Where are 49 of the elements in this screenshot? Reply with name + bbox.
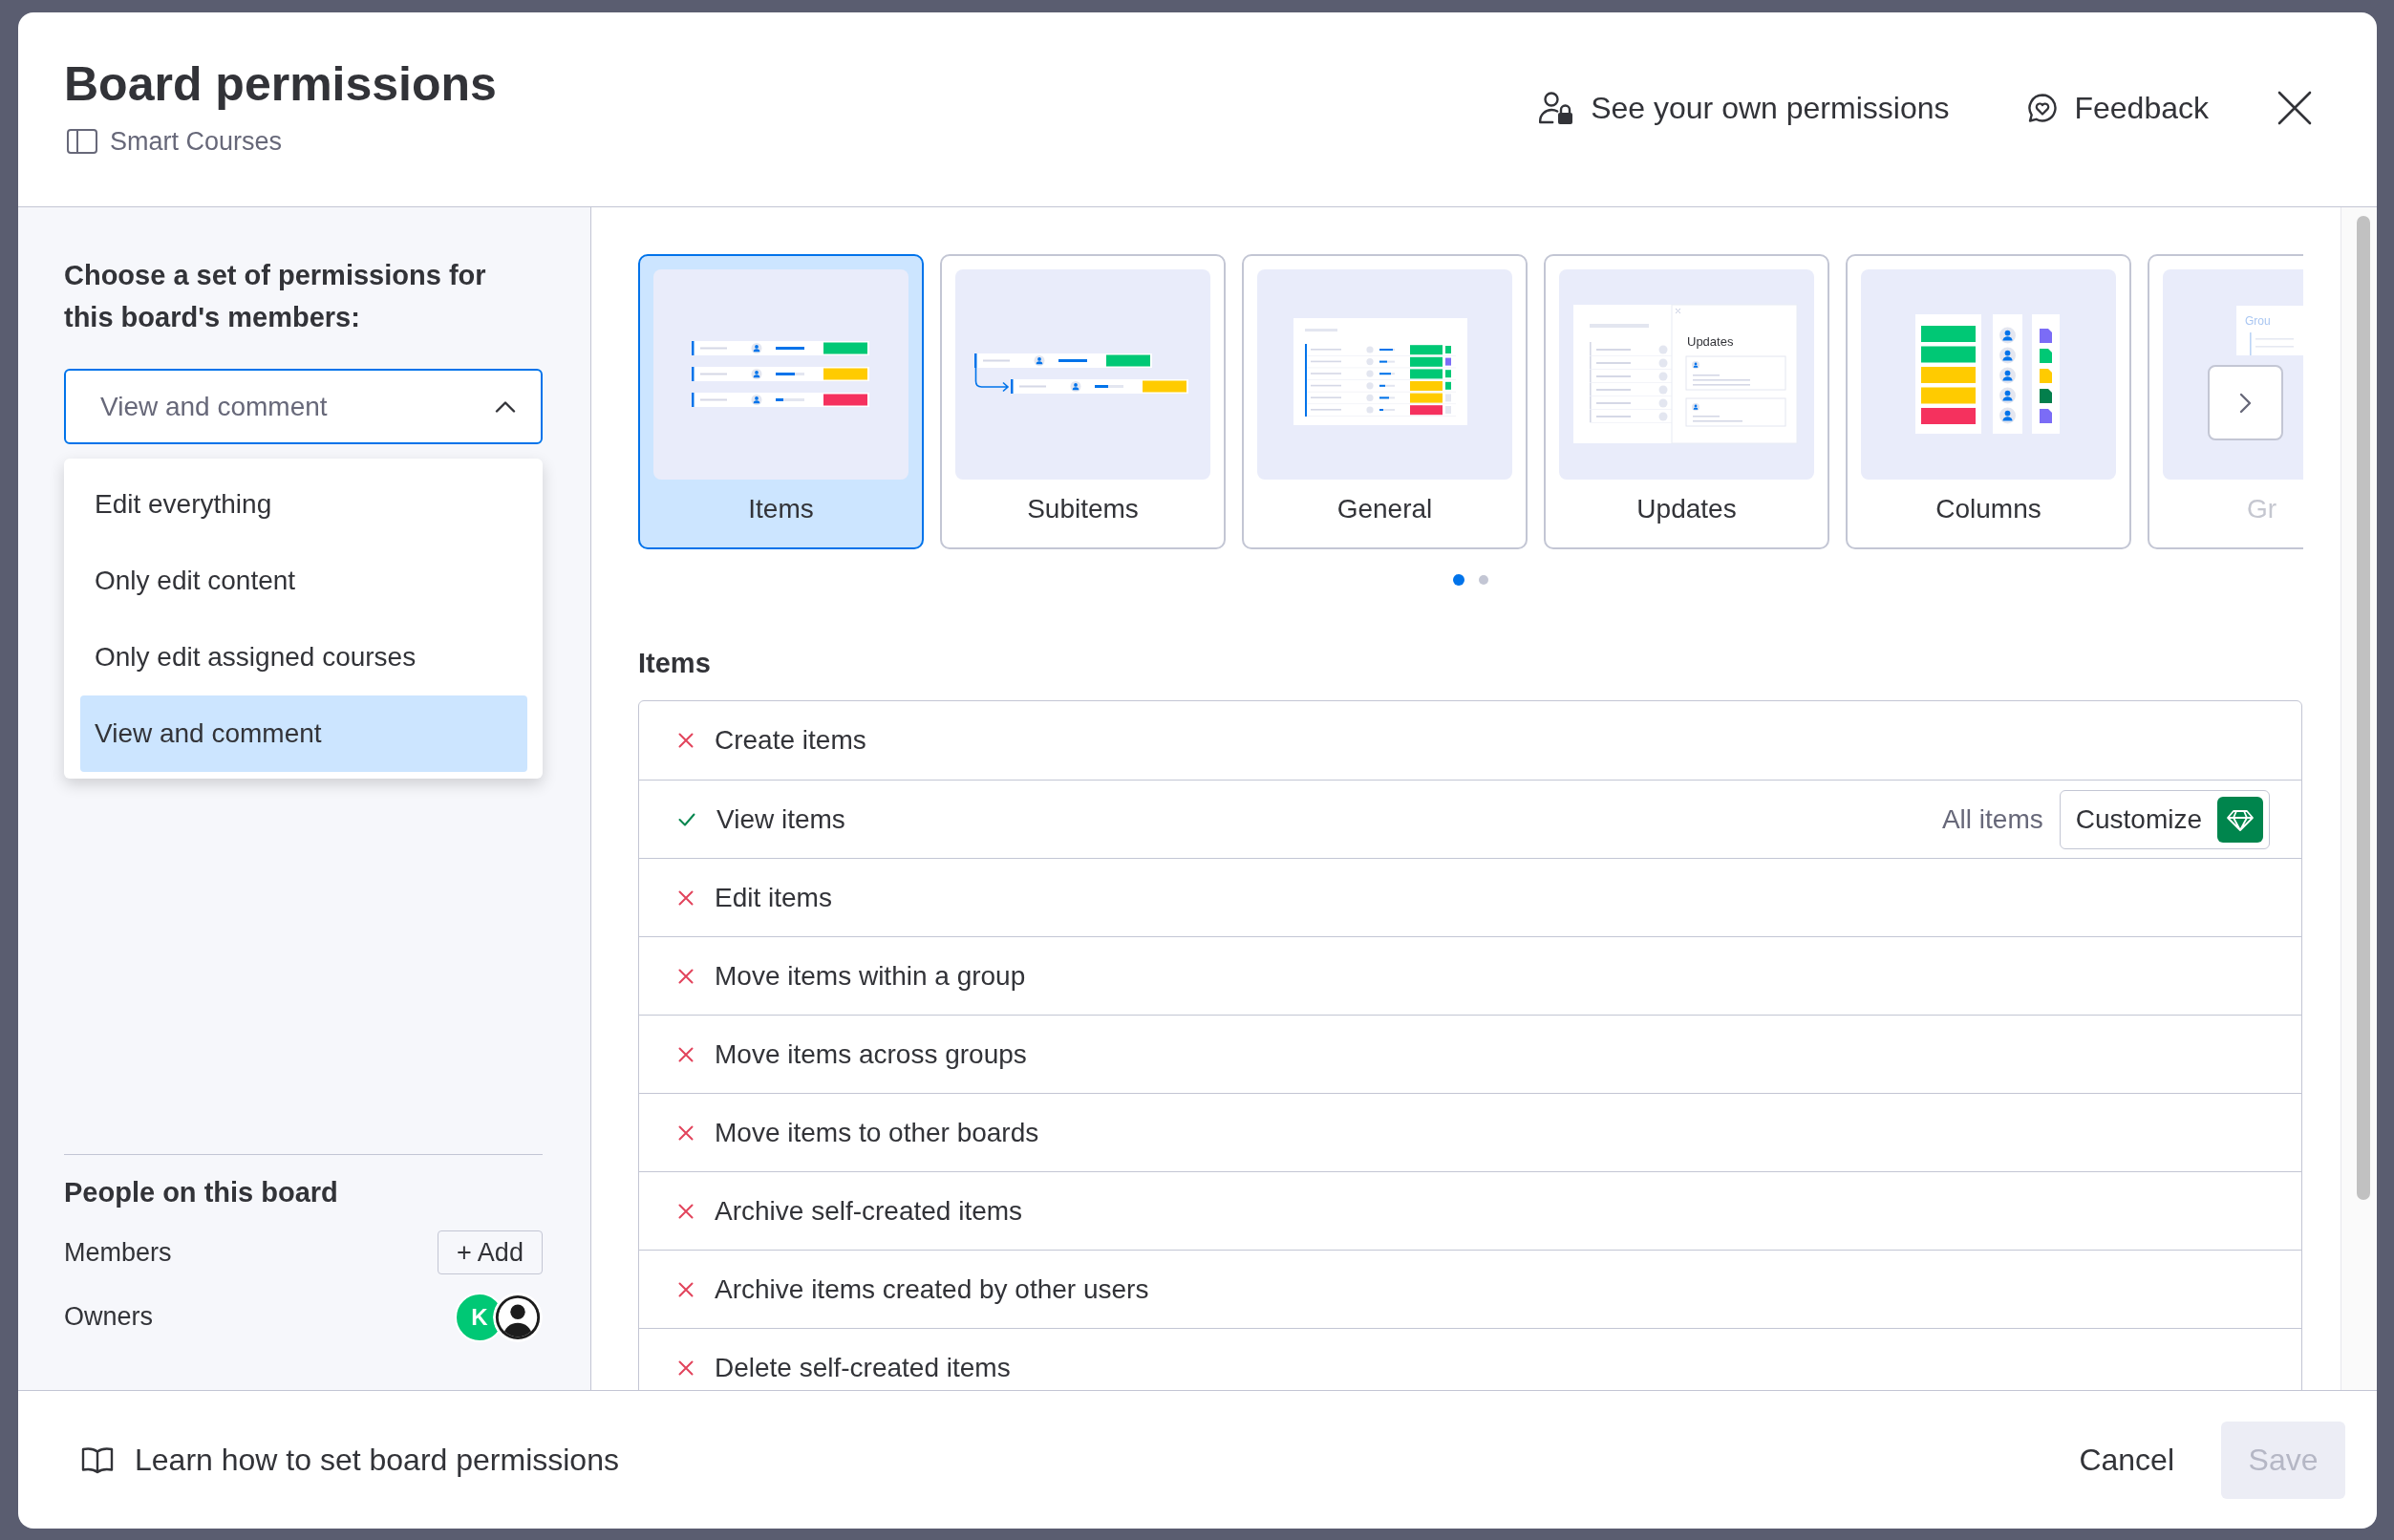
help-link[interactable]: Learn how to set board permissions xyxy=(81,1437,619,1483)
cancel-button[interactable]: Cancel xyxy=(2060,1421,2193,1499)
category-card[interactable]: Subitems xyxy=(940,254,1226,549)
add-button[interactable]: + Add xyxy=(438,1230,543,1274)
dropdown-option[interactable]: Only edit assigned courses xyxy=(80,619,527,695)
user-lock-icon xyxy=(1538,91,1575,125)
feedback-button[interactable]: Feedback xyxy=(2027,89,2209,127)
panel-heading: Choose a set of permissions for this board's members: xyxy=(64,259,487,334)
section-heading: People on this board xyxy=(64,1176,339,1209)
category-card[interactable]: Columns xyxy=(1846,254,2131,549)
customize-button[interactable]: Customize xyxy=(2059,789,2270,849)
group-title: Grou xyxy=(2245,314,2271,328)
dropdown-option[interactable]: Only edit content xyxy=(80,543,527,619)
scrollbar-thumb[interactable] xyxy=(2357,216,2370,1200)
scope-label: All items xyxy=(1941,802,2043,836)
chat-heart-icon xyxy=(2027,93,2059,123)
page-dot[interactable] xyxy=(1452,574,1464,586)
panel-title: Updates xyxy=(1687,334,1734,349)
permissions-dropdown[interactable]: View and comment xyxy=(64,369,543,444)
category-card[interactable]: Updates Updates xyxy=(1544,254,1829,549)
section-title: Items xyxy=(638,647,712,680)
permission-label: View items xyxy=(716,802,845,836)
permission-label: Archive items created by other users xyxy=(715,1273,1149,1306)
close-button[interactable] xyxy=(2277,91,2312,125)
dropdown-option[interactable]: Edit everything xyxy=(80,466,527,543)
members-label: Members xyxy=(64,1236,172,1269)
permission-label: Delete self-created items xyxy=(715,1351,1011,1384)
book-icon xyxy=(81,1445,114,1474)
user-silhouette-icon xyxy=(493,1292,543,1342)
permission-label: Move items across groups xyxy=(715,1037,1027,1071)
permission-label: Archive self-created items xyxy=(715,1194,1023,1228)
chevron-right-icon xyxy=(2239,392,2252,414)
dropdown-option[interactable]: View and comment xyxy=(80,695,527,772)
permission-label: Edit items xyxy=(715,881,832,914)
own-permissions-button[interactable]: See your own permissions xyxy=(1538,89,1950,127)
category-card[interactable]: Items xyxy=(638,254,924,549)
next-button[interactable] xyxy=(2208,365,2283,440)
close-icon xyxy=(2277,91,2312,125)
group-table-drawing xyxy=(2236,306,2303,355)
category-card[interactable]: General xyxy=(1242,254,1528,549)
permission-label: Move items within a group xyxy=(715,959,1026,993)
panel-icon xyxy=(67,129,97,154)
permission-label: Move items to other boards xyxy=(715,1116,1039,1149)
owners-label: Owners xyxy=(64,1301,154,1334)
permission-label: Create items xyxy=(715,724,866,757)
dialog-title: Board permissions xyxy=(64,56,497,113)
chevron-up-icon xyxy=(495,400,516,413)
board-name: Smart Courses xyxy=(110,126,283,158)
page-dot[interactable] xyxy=(1478,575,1488,585)
